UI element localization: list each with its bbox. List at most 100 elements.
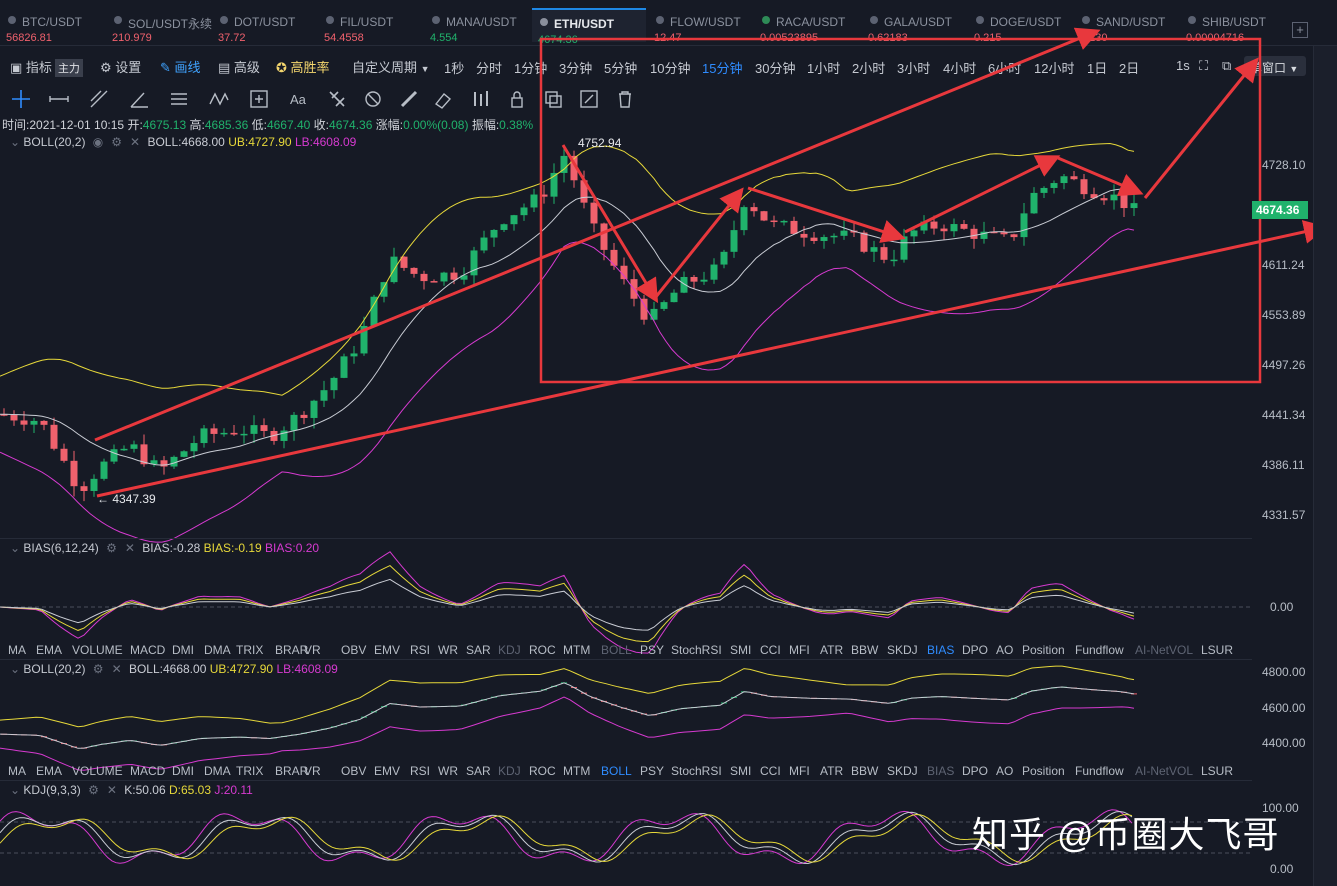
collapse-icon[interactable]: ⌄ [10,135,20,149]
indicator-tab-ema[interactable]: EMA [36,764,62,778]
indicator-tab-stochrsi[interactable]: StochRSI [671,764,722,778]
close-icon[interactable]: ✕ [125,541,135,555]
period-6h[interactable]: 6小时 [988,58,1021,77]
eye-icon[interactable]: ◉ [93,135,103,149]
custom-period-dropdown[interactable]: 自定义周期 ▼ [352,57,430,76]
indicator-tab-mfi[interactable]: MFI [789,643,810,657]
indicator-tab-stochrsi[interactable]: StochRSI [671,643,722,657]
indicator-tab-dmi[interactable]: DMI [172,764,194,778]
indicator-tab-wr[interactable]: WR [438,764,458,778]
indicator-tab-trix[interactable]: TRIX [236,764,263,778]
indicator-tab-rsi[interactable]: RSI [410,643,430,657]
indicator-tab-psy[interactable]: PSY [640,643,664,657]
ruler-icon[interactable] [398,88,420,110]
indicator-tab-ma[interactable]: MA [8,764,26,778]
period-1d[interactable]: 1日 [1087,58,1107,77]
ticker-tab-fil[interactable]: FIL/USDT 54.4558 [318,8,430,44]
period-3m[interactable]: 3分钟 [559,58,592,77]
ticker-tab-mana[interactable]: MANA/USDT 4.554 [424,8,536,44]
gear-icon[interactable]: ⚙ [106,541,117,555]
lock-icon[interactable] [506,88,528,110]
indicator-tab-wr[interactable]: WR [438,643,458,657]
copy-icon[interactable] [542,88,564,110]
window-mode-select[interactable]: 单窗口 ▼ [1244,56,1306,76]
horizontal-line-icon[interactable] [48,88,70,110]
indicator-tab-ao[interactable]: AO [996,764,1013,778]
indicator-tab-kdj[interactable]: KDJ [498,764,521,778]
indicator-tab-atr[interactable]: ATR [820,764,843,778]
angle-icon[interactable] [128,88,150,110]
indicator-tab-mfi[interactable]: MFI [789,764,810,778]
indicator-tab-position[interactable]: Position [1022,764,1065,778]
text-icon[interactable]: Aa [288,88,310,110]
gear-icon[interactable]: ⚙ [93,662,104,676]
indicator-tab-bias[interactable]: BIAS [927,764,954,778]
indicator-tab-mtm[interactable]: MTM [563,643,590,657]
indicator-tab-ema[interactable]: EMA [36,643,62,657]
eraser-icon[interactable] [432,88,454,110]
indicator-tab-vr[interactable]: VR [304,764,321,778]
ticker-tab-sol[interactable]: SOL/USDT永续 210.979 [106,8,218,44]
lock-drawing-icon[interactable] [362,88,384,110]
indicator-tab-obv[interactable]: OBV [341,643,366,657]
ticker-tab-doge[interactable]: DOGE/USDT 0.215 [968,8,1080,44]
bars-icon[interactable] [470,88,492,110]
indicator-tab-sar[interactable]: SAR [466,764,491,778]
magnet-icon[interactable] [326,88,348,110]
indicator-tab-bbw[interactable]: BBW [851,643,878,657]
period-timeshare[interactable]: 分时 [476,58,502,77]
indicator-tab-dmi[interactable]: DMI [172,643,194,657]
period-1h[interactable]: 1小时 [807,58,840,77]
measure-icon[interactable] [248,88,270,110]
indicator-tab-roc[interactable]: ROC [529,643,556,657]
indicator-tab-ai-netvol[interactable]: AI-NetVOL [1135,643,1193,657]
close-icon[interactable]: ✕ [130,135,140,149]
indicator-tab-obv[interactable]: OBV [341,764,366,778]
indicator-tab-dma[interactable]: DMA [204,643,231,657]
indicator-tab-smi[interactable]: SMI [730,764,751,778]
indicator-tab-mtm[interactable]: MTM [563,764,590,778]
interval-1s[interactable]: 1s [1176,58,1190,73]
period-5m[interactable]: 5分钟 [604,58,637,77]
ticker-tab-eth[interactable]: ETH/USDT 4674.36 [532,8,646,46]
period-30m[interactable]: 30分钟 [755,58,795,77]
indicator-tab-bias[interactable]: BIAS [927,643,954,657]
indicator-tab-volume[interactable]: VOLUME [72,643,123,657]
indicator-tab-cci[interactable]: CCI [760,764,781,778]
indicator-tab-dma[interactable]: DMA [204,764,231,778]
indicator-tab-skdj[interactable]: SKDJ [887,764,918,778]
indicator-tab-volume[interactable]: VOLUME [72,764,123,778]
parallel-lines-icon[interactable] [168,88,190,110]
indicator-tab-fundflow[interactable]: Fundflow [1075,643,1124,657]
period-2d[interactable]: 2日 [1119,58,1139,77]
settings-button[interactable]: ⚙ 设置 [100,57,141,76]
indicator-tab-macd[interactable]: MACD [130,643,165,657]
period-1m[interactable]: 1分钟 [514,58,547,77]
indicator-tab-macd[interactable]: MACD [130,764,165,778]
collapse-icon[interactable]: ⌄ [10,783,20,797]
indicator-tab-trix[interactable]: TRIX [236,643,263,657]
indicator-tab-emv[interactable]: EMV [374,764,400,778]
indicator-button[interactable]: ▣ 指标 主力 [10,57,83,77]
indicator-tab-ma[interactable]: MA [8,643,26,657]
period-4h[interactable]: 4小时 [943,58,976,77]
gear-icon[interactable]: ⚙ [88,783,99,797]
draw-button[interactable]: ✎ 画线 [160,57,201,76]
fullscreen-icon[interactable]: ⛶ [1199,58,1208,74]
edit-icon[interactable] [578,88,600,110]
period-2h[interactable]: 2小时 [852,58,885,77]
advanced-button[interactable]: ▤ 高级 [218,57,260,76]
indicator-tab-skdj[interactable]: SKDJ [887,643,918,657]
ticker-tab-sand[interactable]: SAND/USDT 7.230 [1074,8,1186,44]
indicator-tab-psy[interactable]: PSY [640,764,664,778]
screenshot-icon[interactable]: ⧉ [1222,58,1231,74]
indicator-tab-lsur[interactable]: LSUR [1201,764,1233,778]
collapse-icon[interactable]: ⌄ [10,541,20,555]
period-10m[interactable]: 10分钟 [650,58,690,77]
crosshair-icon[interactable] [10,88,32,110]
ticker-tab-shib[interactable]: SHIB/USDT 0.00004716 [1180,8,1292,44]
period-12h[interactable]: 12小时 [1034,58,1074,77]
win-rate-button[interactable]: ✪ 高胜率 [276,57,330,76]
indicator-tab-fundflow[interactable]: Fundflow [1075,764,1124,778]
indicator-tab-roc[interactable]: ROC [529,764,556,778]
